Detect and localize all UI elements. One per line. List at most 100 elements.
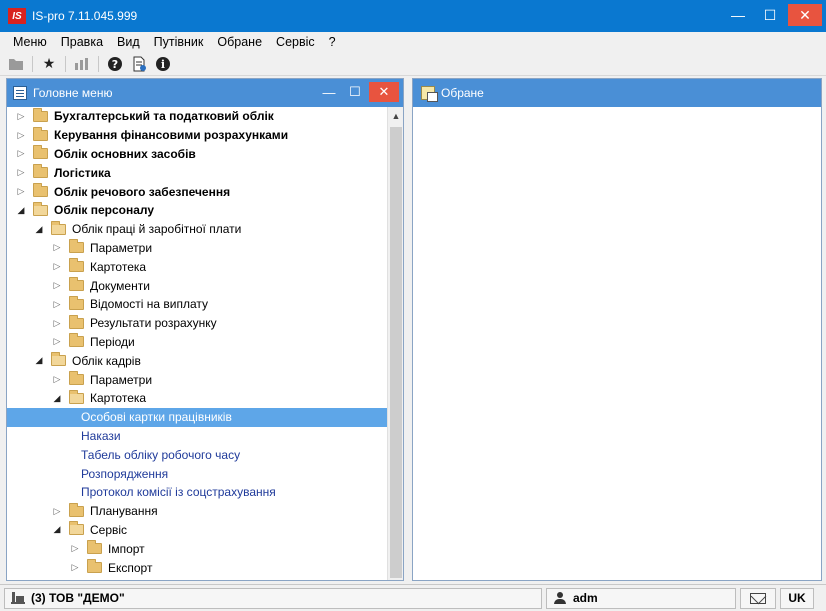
tree-item[interactable]: ▷ Параметри bbox=[7, 370, 387, 389]
tree-item[interactable]: ▷ Відомості на виплату bbox=[7, 295, 387, 314]
tree-item[interactable]: ▷ Імпорт bbox=[7, 539, 387, 558]
tree-item[interactable]: ▷ Облік основних засобів bbox=[7, 145, 387, 164]
main-menu-header: Головне меню — ☐ ✕ bbox=[7, 79, 403, 107]
open-folder-icon bbox=[33, 201, 48, 216]
tree-item[interactable]: Протокол комісії із соцстрахування bbox=[7, 483, 387, 502]
menu-item-help[interactable]: ? bbox=[322, 35, 343, 49]
tree-item[interactable]: Розпорядження bbox=[7, 464, 387, 483]
panel-close-button[interactable]: ✕ bbox=[369, 82, 399, 102]
tree-item[interactable]: ▷ Експорт bbox=[7, 558, 387, 577]
tree-item[interactable]: Табель обліку робочого часу bbox=[7, 445, 387, 464]
tree-item[interactable]: ▷ Логістика bbox=[7, 163, 387, 182]
tree-item-label: Розпорядження bbox=[81, 466, 169, 481]
menu-item-view[interactable]: Вид bbox=[110, 35, 147, 49]
info-icon[interactable]: i bbox=[153, 54, 173, 74]
scroll-thumb[interactable] bbox=[390, 127, 402, 578]
open-folder-icon bbox=[51, 352, 66, 367]
document-info-icon[interactable] bbox=[129, 54, 149, 74]
tree-item[interactable]: ▷ Періоди bbox=[7, 333, 387, 352]
expand-arrow-icon[interactable]: ▷ bbox=[51, 242, 63, 253]
mail-icon bbox=[750, 592, 766, 604]
collapse-arrow-icon[interactable]: ◢ bbox=[51, 393, 63, 404]
expand-arrow-icon[interactable]: ▷ bbox=[51, 261, 63, 272]
tree-item-label: Облік основних засобів bbox=[54, 146, 196, 161]
folder-icon bbox=[69, 258, 84, 273]
tree-item[interactable]: ◢ Картотека bbox=[7, 389, 387, 408]
scroll-up-arrow-icon[interactable]: ▲ bbox=[388, 107, 404, 125]
expand-arrow-icon[interactable]: ▷ bbox=[51, 336, 63, 347]
main-menu-panel: Головне меню — ☐ ✕ ▷ Бухгалтерський та по… bbox=[6, 78, 404, 581]
tree-item[interactable]: ◢ Сервіс bbox=[7, 521, 387, 540]
tree-item-label: Експорт bbox=[108, 560, 153, 575]
user-status[interactable]: adm bbox=[546, 587, 736, 609]
folder-icon bbox=[69, 277, 84, 292]
tree-item[interactable]: ▷ Керування фінансовими розрахунками bbox=[7, 126, 387, 145]
collapse-arrow-icon[interactable]: ◢ bbox=[33, 224, 45, 235]
minimize-button[interactable]: — bbox=[724, 4, 752, 26]
tree-item-label: Табель обліку робочого часу bbox=[81, 447, 241, 462]
tree-item-label: Відомості на виплату bbox=[90, 297, 209, 312]
collapse-arrow-icon[interactable]: ◢ bbox=[33, 355, 45, 366]
folder-icon[interactable] bbox=[6, 54, 26, 74]
tree-item[interactable]: ◢ Облік персоналу bbox=[7, 201, 387, 220]
folder-icon bbox=[69, 239, 84, 254]
maximize-button[interactable]: ☐ bbox=[756, 4, 784, 26]
close-button[interactable]: ✕ bbox=[788, 4, 822, 26]
main-menu-title: Головне меню bbox=[33, 86, 113, 100]
tree-scrollbar[interactable]: ▲ bbox=[387, 107, 403, 580]
tree-item-label: Імпорт bbox=[108, 541, 145, 556]
tree-item-label: Параметри bbox=[90, 240, 153, 255]
tree-item[interactable]: ▷ Облік речового забезпечення bbox=[7, 182, 387, 201]
panel-maximize-button[interactable]: ☐ bbox=[343, 82, 367, 102]
mail-status[interactable] bbox=[740, 587, 776, 609]
open-folder-icon bbox=[51, 220, 66, 235]
tree-item[interactable]: ◢ Облік праці й заробітної плати bbox=[7, 220, 387, 239]
chart-icon[interactable] bbox=[72, 54, 92, 74]
star-icon[interactable]: ★ bbox=[39, 54, 59, 74]
tree-item[interactable]: ▷ Результати розрахунку bbox=[7, 314, 387, 333]
menu-item-service[interactable]: Сервіс bbox=[269, 35, 322, 49]
tree-item[interactable]: ▷ Бухгалтерський та податковий облік bbox=[7, 107, 387, 126]
tree-item[interactable]: ◢ Облік кадрів bbox=[7, 351, 387, 370]
menu-item-menu[interactable]: Меню bbox=[6, 35, 54, 49]
expand-arrow-icon[interactable]: ▷ bbox=[51, 506, 63, 517]
folder-icon bbox=[69, 314, 84, 329]
tree-item[interactable]: ▷ Документи bbox=[7, 276, 387, 295]
expand-arrow-icon[interactable]: ▷ bbox=[15, 111, 27, 122]
expand-arrow-icon[interactable]: ▷ bbox=[51, 299, 63, 310]
favorites-title: Обране bbox=[441, 86, 484, 100]
window-controls: — ☐ ✕ bbox=[724, 4, 822, 26]
tree-item-label: Результати розрахунку bbox=[90, 316, 217, 331]
language-status[interactable]: UK bbox=[780, 587, 814, 609]
open-folder-icon bbox=[69, 389, 84, 404]
folder-icon bbox=[33, 145, 48, 160]
expand-arrow-icon[interactable]: ▷ bbox=[51, 374, 63, 385]
menu-item-guide[interactable]: Путівник bbox=[147, 35, 211, 49]
expand-arrow-icon[interactable]: ▷ bbox=[15, 130, 27, 141]
collapse-arrow-icon[interactable]: ◢ bbox=[51, 524, 63, 535]
expand-arrow-icon[interactable]: ▷ bbox=[51, 280, 63, 291]
menu-item-favorites[interactable]: Обране bbox=[210, 35, 269, 49]
collapse-arrow-icon[interactable]: ◢ bbox=[15, 205, 27, 216]
tree-item[interactable]: ▷ Планування bbox=[7, 502, 387, 521]
menu-item-edit[interactable]: Правка bbox=[54, 35, 110, 49]
tree-item[interactable]: ▷ Картотека bbox=[7, 257, 387, 276]
tree-item[interactable]: ▷ Параметри bbox=[7, 239, 387, 258]
expand-arrow-icon[interactable]: ▷ bbox=[51, 318, 63, 329]
expand-arrow-icon[interactable]: ▷ bbox=[15, 148, 27, 159]
expand-arrow-icon[interactable]: ▷ bbox=[15, 186, 27, 197]
help-icon[interactable]: ? bbox=[105, 54, 125, 74]
tree-item-label: Планування bbox=[90, 504, 158, 519]
toolbar-separator bbox=[32, 55, 33, 72]
company-status[interactable]: (3) ТОВ "ДЕМО" bbox=[4, 587, 542, 609]
app-logo-icon: IS bbox=[8, 8, 26, 24]
tree-item-label: Бухгалтерський та податковий облік bbox=[54, 109, 274, 124]
expand-arrow-icon[interactable]: ▷ bbox=[69, 562, 81, 573]
panel-minimize-button[interactable]: — bbox=[317, 82, 341, 102]
expand-arrow-icon[interactable]: ▷ bbox=[15, 167, 27, 178]
tree-item[interactable]: Особові картки працівників bbox=[7, 407, 387, 427]
expand-arrow-icon[interactable]: ▷ bbox=[69, 543, 81, 554]
svg-text:i: i bbox=[161, 58, 165, 71]
tree-item[interactable]: Накази bbox=[7, 427, 387, 446]
favorites-panel: Обране bbox=[412, 78, 822, 581]
